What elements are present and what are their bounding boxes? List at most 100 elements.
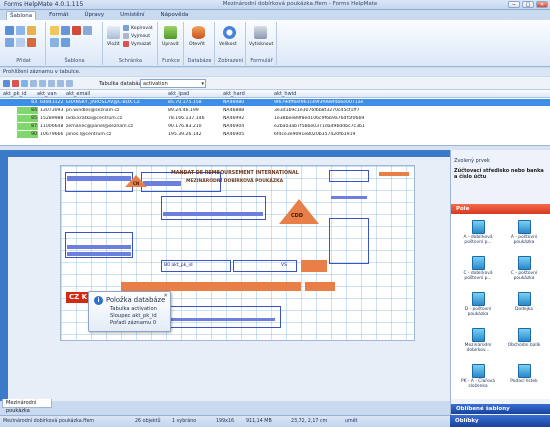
title-bar: Forms HelpMate 4.0.1.115 Mezinárodní dob…: [0, 0, 550, 10]
cell-hard: NA46905: [223, 132, 245, 137]
menu-format[interactable]: Formát: [46, 11, 71, 20]
refresh-icon[interactable]: [21, 80, 28, 87]
menu-napoveda[interactable]: Nápověda: [158, 11, 192, 20]
sort-icon[interactable]: [39, 80, 46, 87]
gallery-item[interactable]: A - poštovní poukázka: [501, 220, 547, 254]
recipient-field[interactable]: [67, 245, 131, 249]
section-pole[interactable]: Pole: [451, 204, 550, 214]
amount-box[interactable]: [161, 196, 266, 220]
tooltip-close-icon[interactable]: ✕: [163, 293, 168, 299]
vs-label: VS: [281, 263, 287, 268]
printer-icon[interactable]: [254, 26, 267, 39]
save-template-icon[interactable]: [61, 26, 70, 35]
bottom-box[interactable]: [161, 306, 281, 328]
ribbon-group-formular: Vytisknout Formulář: [247, 22, 277, 65]
edit-function-icon[interactable]: [164, 26, 177, 39]
table-row[interactable]: 85 15289988 lada.kratka@centrum.cz 78.16…: [0, 115, 550, 122]
gallery-item[interactable]: Mezinárodní dobírkov...: [455, 328, 501, 362]
gallery-item[interactable]: PK - A - Clařová složenka: [455, 364, 501, 398]
tooltip-table: Tabulka activation: [110, 306, 157, 312]
copy-button[interactable]: Kopírovat: [131, 26, 153, 31]
menu-umisteni[interactable]: Umístění: [117, 11, 147, 20]
edit-button[interactable]: Upravit: [162, 42, 179, 47]
delete-template-icon[interactable]: [72, 26, 81, 35]
column-header[interactable]: akt_pk_id: [3, 91, 27, 97]
cell-hard: NA46904: [223, 124, 245, 129]
amount-field[interactable]: [163, 212, 263, 216]
import-icon[interactable]: [57, 80, 64, 87]
form-icon: [471, 292, 485, 306]
cut-button[interactable]: Vyjmout: [131, 34, 150, 39]
column-header[interactable]: akt_ipad: [168, 91, 189, 97]
column-header[interactable]: akt_van: [37, 91, 57, 97]
recipient-field-2[interactable]: [67, 252, 131, 256]
maximize-button[interactable]: □: [522, 1, 534, 8]
template-settings-icon[interactable]: [83, 26, 92, 35]
section-oblibky[interactable]: Oblíbky: [450, 415, 550, 427]
gallery-item[interactable]: D - poštovní poukázka: [455, 292, 501, 326]
database-icon[interactable]: [192, 26, 205, 39]
data-grid[interactable]: akt_pk_id akt_van akt_email akt_ipad akt…: [0, 90, 550, 146]
table-row[interactable]: 84 13073093 pn.windles@seznam.cz 89.24.4…: [0, 107, 550, 114]
column-header[interactable]: akt_email: [66, 91, 90, 97]
add-rect-icon[interactable]: [16, 38, 25, 47]
vertical-ruler: [0, 157, 8, 401]
cell-hwid: 3e3d1b9c1e3076fbb8f3270c45cf1ff7: [274, 108, 360, 113]
table-picker-select[interactable]: activation ▾: [140, 79, 206, 88]
bottom-bar: [121, 282, 301, 291]
add-line-icon[interactable]: [5, 38, 14, 47]
ribbon-group-label: Databáze: [187, 58, 212, 64]
open-template-icon[interactable]: [50, 26, 59, 35]
address-field[interactable]: [143, 181, 181, 186]
filter-icon[interactable]: [30, 80, 37, 87]
column-header[interactable]: akt_hard: [223, 91, 245, 97]
right-header-box[interactable]: [329, 170, 369, 182]
template-new-icon[interactable]: [50, 38, 59, 47]
gallery-item[interactable]: Podací lístek: [501, 364, 547, 398]
section-oblibene-sablony[interactable]: Oblíbené šablony: [451, 404, 550, 414]
export-icon[interactable]: [48, 80, 55, 87]
right-detail-box[interactable]: [329, 218, 369, 264]
paste-icon[interactable]: [107, 26, 120, 39]
zoom-icon[interactable]: [223, 26, 236, 39]
grid-header: akt_pk_id akt_van akt_email akt_ipad akt…: [0, 90, 550, 98]
template-copy-icon[interactable]: [61, 38, 70, 47]
close-button[interactable]: ✕: [536, 1, 548, 8]
bottom-field[interactable]: [165, 318, 275, 321]
right-pane: Zvolený prvek Zúčtovací středisko nebo b…: [450, 150, 550, 415]
print-button[interactable]: Vytisknout: [249, 42, 273, 47]
settings-icon[interactable]: [66, 80, 73, 87]
table-row[interactable]: 83 64843122 EHANSKY, JAROSLAV@C-BOX.CZ 8…: [0, 99, 550, 106]
open-database-button[interactable]: Otevřít: [189, 42, 205, 47]
remove-record-icon[interactable]: [12, 80, 19, 87]
gallery-item[interactable]: Obchodní balík: [501, 328, 547, 362]
paste-button[interactable]: Vložit: [107, 42, 120, 47]
right-field[interactable]: [331, 196, 367, 199]
cell-id: 90: [17, 131, 38, 138]
add-barcode-icon[interactable]: [27, 38, 36, 47]
breadcrumb: Prohlížení záznamu v tabulce.: [0, 68, 550, 76]
gallery-item[interactable]: C - dobírková poštovní p...: [455, 256, 501, 290]
menu-sablona[interactable]: Šablona: [6, 11, 37, 20]
gallery-item[interactable]: Dodejka: [501, 292, 547, 326]
column-header[interactable]: akt_hwid: [274, 91, 296, 97]
document-tab[interactable]: Mezinárodní poukázka: [2, 399, 52, 414]
table-row[interactable]: 87 11006648 zemanec@panel@seznam.cz 90.1…: [0, 123, 550, 130]
delete-button[interactable]: Vymazat: [131, 42, 151, 47]
ribbon-group-label: Schránka: [118, 58, 143, 64]
cdd-badge-label: CDD: [291, 213, 303, 219]
add-field-icon[interactable]: [16, 26, 25, 35]
gallery-item[interactable]: C - poštovní poukázka: [501, 256, 547, 290]
table-row[interactable]: 90 10679666 janos.l@centrum.cz 195.39.26…: [0, 131, 550, 138]
sender-field[interactable]: [67, 176, 131, 181]
vs-box[interactable]: [233, 260, 297, 272]
first-record-icon[interactable]: [3, 80, 10, 87]
add-image-icon[interactable]: [27, 26, 36, 35]
add-text-icon[interactable]: [5, 26, 14, 35]
minimize-button[interactable]: −: [508, 1, 520, 8]
zoom-button[interactable]: Velikost: [219, 42, 237, 47]
menu-upravy[interactable]: Úpravy: [82, 11, 108, 20]
gallery-item[interactable]: A - dobírková poštovní p...: [455, 220, 501, 254]
sender-box[interactable]: [65, 172, 133, 192]
cell-van: 10679666: [40, 132, 64, 137]
